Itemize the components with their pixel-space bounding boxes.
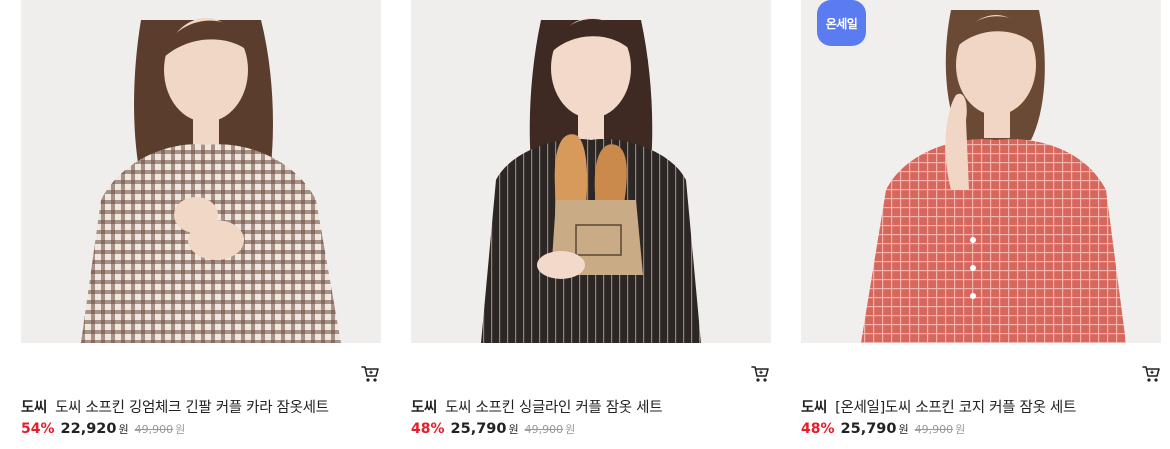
- add-to-cart-button[interactable]: [359, 364, 381, 384]
- product-title[interactable]: 도씨 도씨 소프킨 깅엄체크 긴팔 커플 카라 잠옷세트: [21, 396, 381, 417]
- brand-name[interactable]: 도씨: [801, 400, 827, 416]
- currency-label: 원: [118, 423, 129, 436]
- discount-rate: 48%: [411, 421, 445, 437]
- currency-label: 원: [508, 423, 519, 436]
- product-image[interactable]: [21, 0, 381, 343]
- product-card[interactable]: 도씨 도씨 소프킨 깅엄체크 긴팔 커플 카라 잠옷세트 54% 22,920 원 49…: [21, 0, 381, 437]
- currency-label: 원: [565, 423, 576, 436]
- brand-name[interactable]: 도씨: [21, 400, 47, 416]
- original-price: 49,900: [524, 423, 564, 436]
- currency-label: 원: [175, 423, 186, 436]
- currency-label: 원: [898, 423, 909, 436]
- discount-rate: 48%: [801, 421, 835, 437]
- price-row: 54% 22,920 원 49,900 원: [21, 421, 185, 437]
- original-price: 49,900: [134, 423, 174, 436]
- brand-name[interactable]: 도씨: [411, 400, 437, 416]
- product-title[interactable]: 도씨 [온세일]도씨 소프킨 코지 커플 잠옷 세트: [801, 396, 1161, 417]
- price-row: 48% 25,790 원 49,900 원: [411, 421, 575, 437]
- product-card[interactable]: 온세일 도씨 [온세일]도씨 소프킨 코지 커플 잠옷 세트 48% 25,790 원…: [801, 0, 1161, 437]
- cart-icon: [1142, 366, 1160, 382]
- sale-price: 25,790: [450, 421, 507, 437]
- cart-icon: [751, 366, 769, 382]
- sale-price: 25,790: [840, 421, 897, 437]
- product-image[interactable]: [411, 0, 771, 343]
- on-sale-badge: 온세일: [817, 0, 866, 46]
- product-card[interactable]: 도씨 도씨 소프킨 싱글라인 커플 잠옷 세트 48% 25,790 원 49,900 원: [411, 0, 771, 437]
- product-title[interactable]: 도씨 도씨 소프킨 싱글라인 커플 잠옷 세트: [411, 396, 771, 417]
- product-name[interactable]: 도씨 소프킨 싱글라인 커플 잠옷 세트: [445, 400, 662, 416]
- currency-label: 원: [955, 423, 966, 436]
- original-price: 49,900: [914, 423, 954, 436]
- sale-price: 22,920: [60, 421, 117, 437]
- price-row: 48% 25,790 원 49,900 원: [801, 421, 965, 437]
- cart-icon: [361, 366, 379, 382]
- add-to-cart-button[interactable]: [1140, 364, 1162, 384]
- product-name[interactable]: [온세일]도씨 소프킨 코지 커플 잠옷 세트: [835, 400, 1076, 416]
- product-name[interactable]: 도씨 소프킨 깅엄체크 긴팔 커플 카라 잠옷세트: [55, 400, 329, 416]
- discount-rate: 54%: [21, 421, 55, 437]
- add-to-cart-button[interactable]: [749, 364, 771, 384]
- product-image[interactable]: 온세일: [801, 0, 1161, 343]
